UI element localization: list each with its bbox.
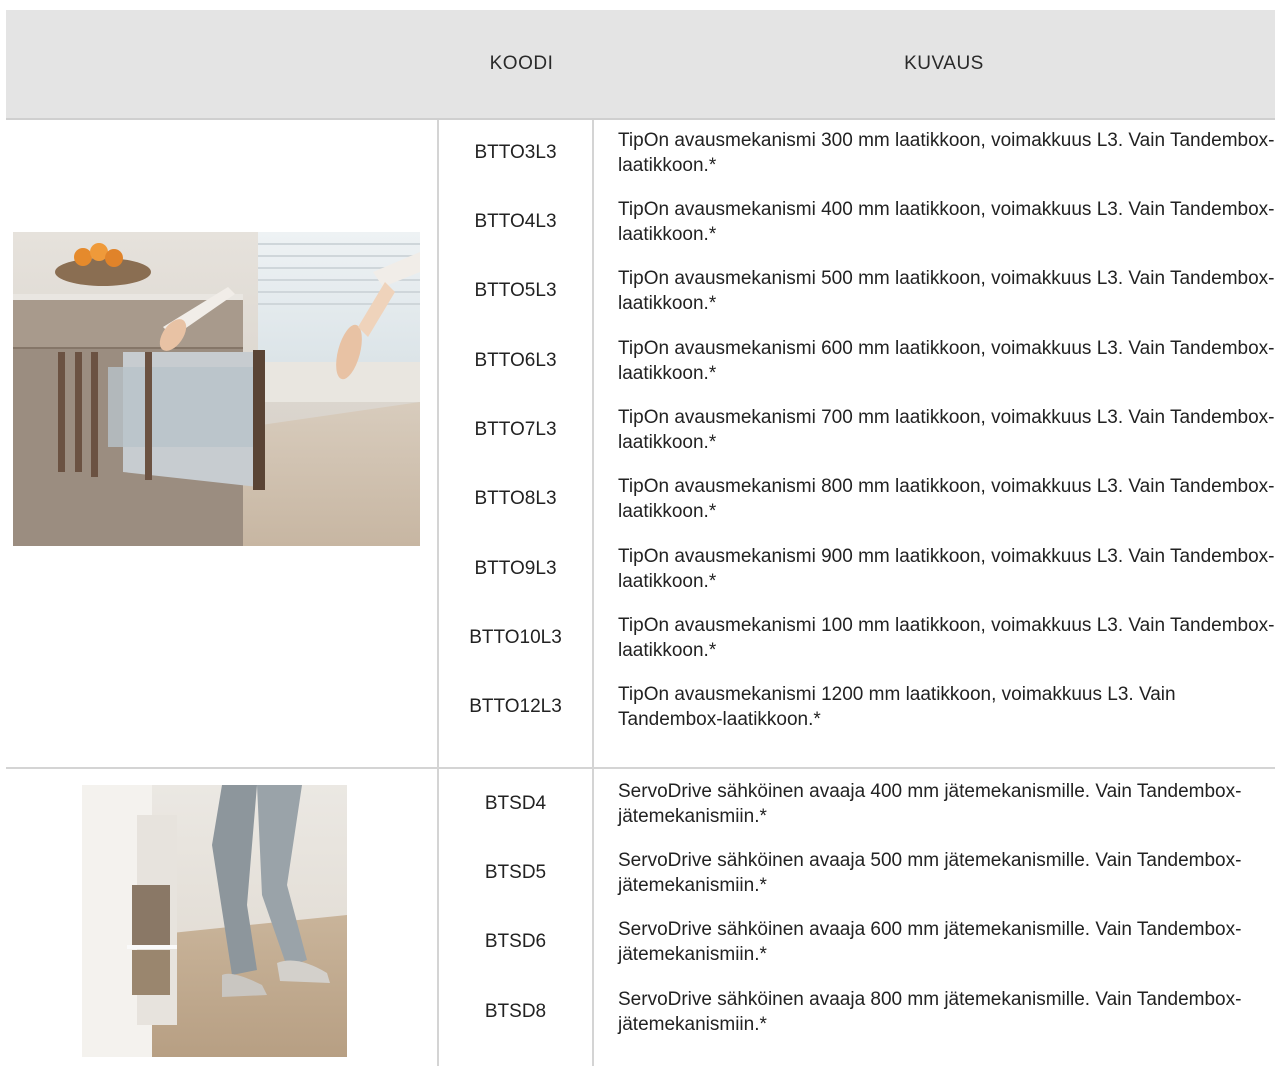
product-description: ServoDrive sähköinen avaaja 800 mm jätem… [618,988,1242,1035]
product-code: BTTO3L3 [474,141,557,163]
product-code: BTSD8 [484,1000,547,1022]
product-description: ServoDrive sähköinen avaaja 500 mm jätem… [618,849,1242,896]
table-row: BTSD8 ServoDrive sähköinen avaaja 800 mm… [438,977,1275,1046]
column-header-code: KOODI [489,53,554,74]
product-code: BTTO12L3 [469,696,562,717]
table-row: BTTO8L3 TipOn avausmekanismi 800 mm laat… [438,464,1275,534]
product-description: TipOn avausmekanismi 900 mm laatikkoon, … [618,545,1275,592]
product-description: ServoDrive sähköinen avaaja 400 mm jätem… [618,780,1242,827]
kitchen-drawer-tipon-photo [13,232,420,546]
product-description: TipOn avausmekanismi 500 mm laatikkoon, … [618,268,1275,314]
product-description: TipOn avausmekanismi 100 mm laatikkoon, … [618,614,1275,661]
table-row: BTTO12L3 TipOn avausmekanismi 1200 mm la… [438,672,1275,742]
table-row: BTSD4 ServoDrive sähköinen avaaja 400 mm… [438,769,1275,838]
table-header: KOODI KUVAUS [6,10,1275,120]
table-row: BTTO4L3 TipOn avausmekanismi 400 mm laat… [438,187,1275,256]
product-description: TipOn avausmekanismi 400 mm laatikkoon, … [618,198,1275,245]
table-row: BTSD6 ServoDrive sähköinen avaaja 600 mm… [438,907,1275,977]
table-row: BTSD5 ServoDrive sähköinen avaaja 500 mm… [438,838,1275,907]
product-code: BTTO8L3 [474,488,557,509]
table-row: BTTO10L3 TipOn avausmekanismi 100 mm laa… [438,603,1275,672]
product-code: BTTO6L3 [474,349,557,371]
product-code: BTTO9L3 [474,557,557,579]
product-code: BTTO7L3 [474,418,557,440]
table-row: BTTO5L3 TipOn avausmekanismi 500 mm laat… [438,256,1275,326]
product-code: BTSD6 [484,931,547,952]
table-row: BTTO6L3 TipOn avausmekanismi 600 mm laat… [438,326,1275,395]
product-description: TipOn avausmekanismi 600 mm laatikkoon, … [618,337,1275,384]
product-code: BTTO4L3 [474,210,557,232]
servodrive-foot-open-photo [82,785,347,1057]
product-description: ServoDrive sähköinen avaaja 600 mm jätem… [618,919,1242,965]
table-row: BTTO3L3 TipOn avausmekanismi 300 mm laat… [438,118,1275,187]
product-description: TipOn avausmekanismi 800 mm laatikkoon, … [618,476,1275,522]
product-description: TipOn avausmekanismi 300 mm laatikkoon, … [618,129,1275,176]
product-code: BTTO5L3 [474,280,557,301]
column-header-description: KUVAUS [904,53,984,74]
product-description: TipOn avausmekanismi 1200 mm laatikkoon,… [618,684,1176,730]
table-row: BTTO9L3 TipOn avausmekanismi 900 mm laat… [438,534,1275,603]
product-code: BTTO10L3 [469,626,562,648]
product-code: BTSD5 [484,861,547,883]
product-description: TipOn avausmekanismi 700 mm laatikkoon, … [618,406,1275,453]
table-row: BTTO7L3 TipOn avausmekanismi 700 mm laat… [438,395,1275,464]
product-code: BTSD4 [484,792,547,814]
